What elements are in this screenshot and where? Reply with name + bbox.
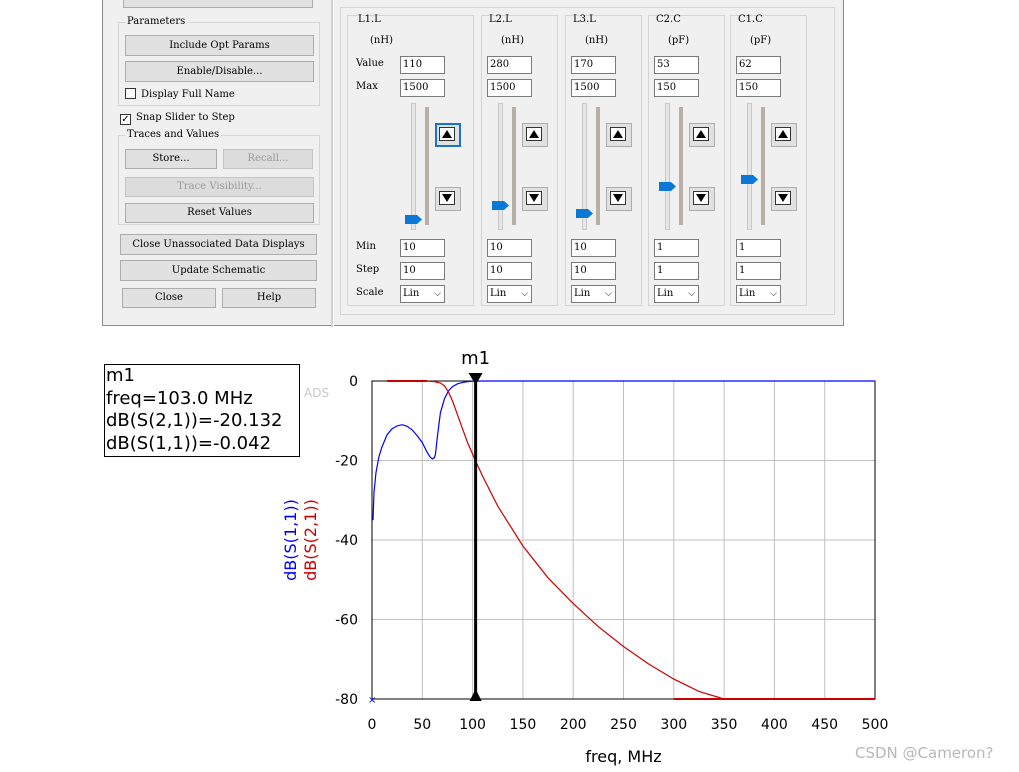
x-tick-label: 50 (413, 717, 431, 733)
y-tick-label: -40 (335, 533, 358, 549)
x-tick-label: 500 (862, 717, 889, 733)
y-tick-label: -20 (335, 454, 358, 470)
y-tick-label: -60 (335, 613, 358, 629)
y-axis-series-label: dB(S(2,1)) (301, 499, 320, 581)
x-tick-label: 300 (660, 717, 687, 733)
csdn-watermark: CSDN @Cameron? (855, 744, 994, 762)
x-tick-label: 200 (560, 717, 587, 733)
marker-label: m1 (461, 348, 490, 369)
x-tick-label: 400 (761, 717, 788, 733)
y-axis-series-label: dB(S(1,1)) (281, 499, 300, 581)
x-tick-label: 150 (510, 717, 537, 733)
x-tick-label: 100 (459, 717, 486, 733)
x-axis-label: freq, MHz (585, 747, 661, 766)
x-tick-label: 450 (811, 717, 838, 733)
y-tick-label: -80 (335, 692, 358, 708)
marker-top-triangle (468, 373, 483, 385)
origin-marker: × (368, 695, 376, 706)
x-tick-label: 350 (711, 717, 738, 733)
x-tick-label: 250 (610, 717, 637, 733)
marker-bottom-triangle (469, 689, 482, 701)
s-parameter-plot[interactable]: 0 50 100 150 200 250 300 350 400 450 500 0 -20 -40 -60… (0, 0, 1019, 772)
x-tick-label: 0 (368, 717, 377, 733)
y-tick-label: 0 (349, 374, 358, 390)
